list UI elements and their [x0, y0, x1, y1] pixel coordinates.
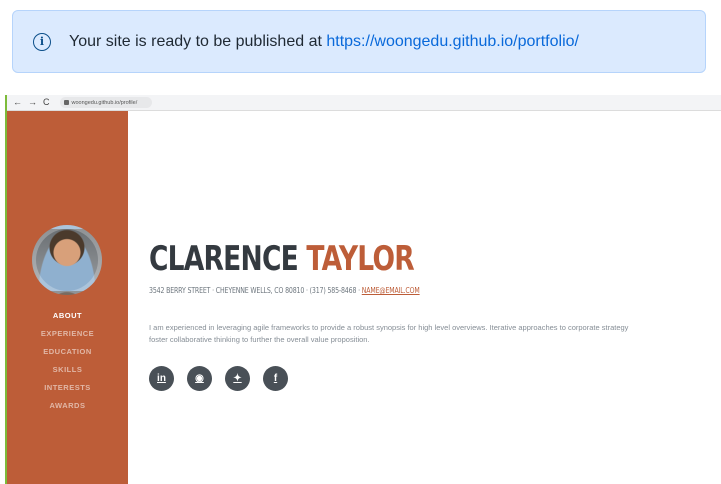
avatar [32, 225, 102, 295]
nav-item-education[interactable]: EDUCATION [7, 343, 128, 361]
bio-text: I am experienced in leveraging agile fra… [149, 323, 629, 344]
address-bar[interactable]: woongedu.github.io/profile/ [59, 97, 152, 108]
contact-line: 3542 BERRY STREET · CHEYENNE WELLS, CO 8… [149, 286, 420, 295]
nav-item-interests[interactable]: INTERESTS [7, 379, 128, 397]
notice-text: Your site is ready to be published at [69, 32, 322, 50]
notice-message: Your site is ready to be published at ht… [69, 33, 579, 51]
back-arrow-icon[interactable]: ← [13, 98, 22, 107]
github-icon[interactable]: ◉ [187, 366, 212, 391]
browser-toolbar: ← → C woongedu.github.io/profile/ [7, 95, 721, 111]
linkedin-icon[interactable]: in [149, 366, 174, 391]
nav-item-awards[interactable]: AWARDS [7, 397, 128, 415]
reload-icon[interactable]: C [43, 98, 50, 107]
resume-page: ABOUT EXPERIENCE EDUCATION SKILLS INTERE… [7, 111, 721, 484]
sidebar: ABOUT EXPERIENCE EDUCATION SKILLS INTERE… [7, 111, 128, 484]
lock-icon [63, 100, 69, 105]
url-text: woongedu.github.io/profile/ [71, 99, 138, 106]
twitter-icon[interactable]: ✦ [225, 366, 250, 391]
browser-preview: ← → C woongedu.github.io/profile/ ABOUT … [5, 95, 721, 484]
facebook-icon[interactable]: f [263, 366, 288, 391]
nav-item-about[interactable]: ABOUT [7, 307, 128, 325]
email-link[interactable]: NAME@EMAIL.COM [362, 286, 420, 295]
nav-item-experience[interactable]: EXPERIENCE [7, 325, 128, 343]
profile-name: CLARENCE TAYLOR [149, 239, 415, 279]
about-section: CLARENCE TAYLOR 3542 BERRY STREET · CHEY… [149, 111, 721, 484]
forward-arrow-icon[interactable]: → [28, 98, 37, 107]
info-icon: i [33, 32, 51, 51]
site-link[interactable]: https://woongedu.github.io/portfolio/ [326, 33, 579, 50]
social-icons: in ◉ ✦ f [149, 366, 288, 391]
sidebar-nav: ABOUT EXPERIENCE EDUCATION SKILLS INTERE… [7, 307, 128, 415]
publish-notice: i Your site is ready to be published at … [12, 10, 706, 73]
address-text: 3542 BERRY STREET · CHEYENNE WELLS, CO 8… [149, 286, 360, 295]
first-name: CLARENCE [149, 239, 299, 279]
nav-item-skills[interactable]: SKILLS [7, 361, 128, 379]
last-name: TAYLOR [306, 239, 414, 279]
